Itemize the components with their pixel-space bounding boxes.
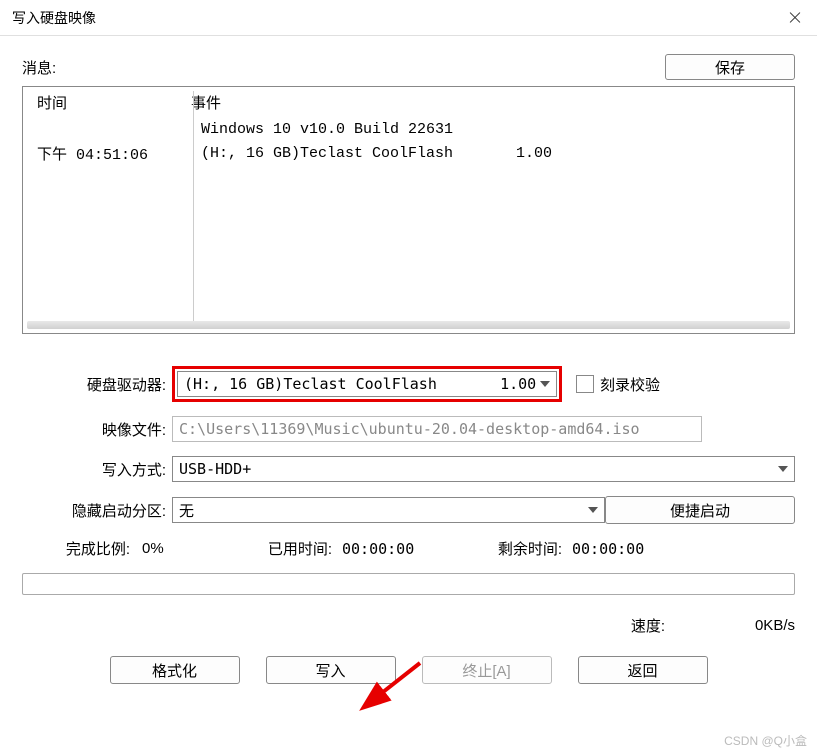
image-file-value: C:\Users\11369\Music\ubuntu-20.04-deskto… — [179, 420, 640, 438]
watermark: CSDN @Q小盒 — [724, 732, 807, 749]
verify-label: 刻录校验 — [600, 374, 660, 395]
back-button[interactable]: 返回 — [578, 656, 708, 684]
log-header-event: 事件 — [183, 92, 221, 113]
remaining-label: 剩余时间: — [462, 538, 572, 559]
hide-boot-label: 隐藏启动分区: — [22, 500, 172, 521]
verify-checkbox[interactable] — [576, 375, 594, 393]
chevron-down-icon — [540, 381, 550, 387]
image-file-label: 映像文件: — [22, 419, 172, 440]
write-mode-value: USB-HDD+ — [179, 460, 251, 478]
drive-select[interactable]: (H:, 16 GB)Teclast CoolFlash 1.00 — [177, 371, 557, 397]
log-row: Windows 10 v10.0 Build 22631 — [23, 117, 794, 141]
elapsed-value: 00:00:00 — [342, 540, 462, 558]
quick-boot-button[interactable]: 便捷启动 — [605, 496, 795, 524]
chevron-down-icon — [588, 507, 598, 513]
hide-boot-select[interactable]: 无 — [172, 497, 605, 523]
log-header-time: 时间 — [23, 92, 183, 113]
message-label: 消息: — [22, 57, 56, 78]
percent-label: 完成比例: — [22, 538, 142, 559]
log-cell-time: 下午 04:51:06 — [23, 143, 183, 164]
write-mode-label: 写入方式: — [22, 459, 172, 480]
progress-bar — [22, 573, 795, 595]
window-title: 写入硬盘映像 — [12, 8, 96, 28]
close-icon[interactable] — [785, 8, 805, 28]
speed-value: 0KB/s — [695, 617, 795, 634]
hide-boot-value: 无 — [179, 500, 194, 521]
log-row: 下午 04:51:06 (H:, 16 GB)Teclast CoolFlash… — [23, 141, 794, 165]
log-list: 时间 事件 Windows 10 v10.0 Build 22631 下午 04… — [22, 86, 795, 334]
write-mode-select[interactable]: USB-HDD+ — [172, 456, 795, 482]
log-cell-event: (H:, 16 GB)Teclast CoolFlash 1.00 — [183, 145, 552, 162]
speed-label: 速度: — [631, 615, 665, 636]
titlebar: 写入硬盘映像 — [0, 0, 817, 36]
column-divider — [193, 91, 194, 325]
remaining-value: 00:00:00 — [572, 540, 644, 558]
write-button[interactable]: 写入 — [266, 656, 396, 684]
format-button[interactable]: 格式化 — [110, 656, 240, 684]
chevron-down-icon — [778, 466, 788, 472]
drive-select-value: (H:, 16 GB)Teclast CoolFlash 1.00 — [184, 375, 536, 393]
drive-label: 硬盘驱动器: — [22, 374, 172, 395]
image-file-input: C:\Users\11369\Music\ubuntu-20.04-deskto… — [172, 416, 702, 442]
highlight-annotation: (H:, 16 GB)Teclast CoolFlash 1.00 — [172, 366, 562, 402]
elapsed-label: 已用时间: — [232, 538, 342, 559]
abort-button: 终止[A] — [422, 656, 552, 684]
log-cell-event: Windows 10 v10.0 Build 22631 — [183, 121, 453, 138]
save-button[interactable]: 保存 — [665, 54, 795, 80]
percent-value: 0% — [142, 540, 232, 557]
horizontal-scrollbar[interactable] — [27, 321, 790, 329]
